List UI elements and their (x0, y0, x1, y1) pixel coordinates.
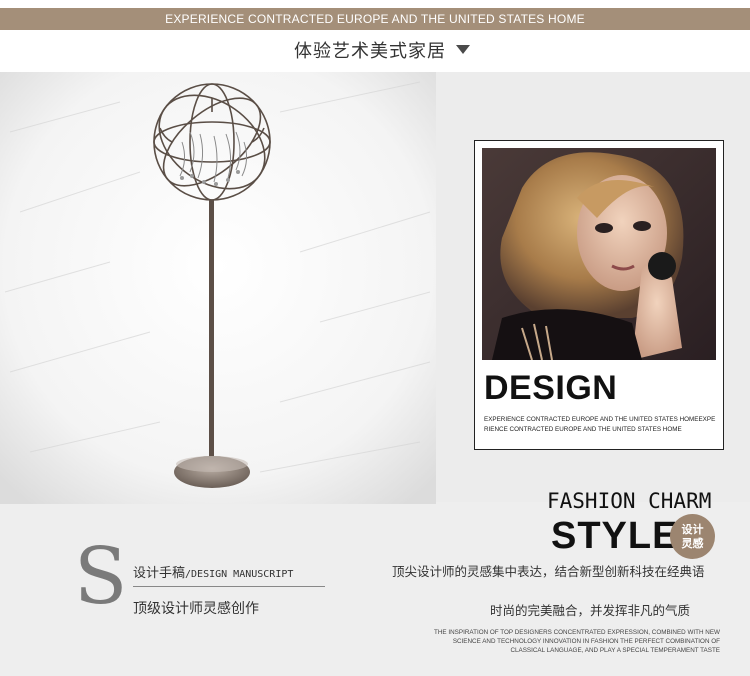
manuscript-title-cn: 设计手稿 (133, 566, 186, 581)
manuscript-subtitle: 顶级设计师灵感创作 (133, 601, 259, 617)
badge-line2: 灵感 (681, 536, 704, 550)
fashion-charm-title: FASHION CHARM (547, 489, 712, 513)
design-card: DESIGN EXPERIENCE CONTRACTED EUROPE AND … (474, 140, 724, 450)
badge-line1: 设计 (681, 522, 704, 536)
model-photo (482, 148, 716, 360)
design-heading: DESIGN (484, 369, 618, 407)
style-title: STYLE (551, 515, 679, 557)
decorative-s-letter: S (74, 532, 128, 622)
banner-text: EXPERIENCE CONTRACTED EUROPE AND THE UNI… (165, 12, 585, 26)
description-line1: 顶尖设计师的灵感集中表达，结合新型创新科技在经典语 (392, 564, 705, 579)
model-portrait-image (482, 148, 716, 360)
manuscript-title-en: /DESIGN MANUSCRIPT (185, 569, 294, 580)
description-line2: 时尚的完美融合，并发挥非凡的气质 (490, 603, 691, 618)
triangle-down-icon[interactable] (456, 45, 470, 54)
top-banner: EXPERIENCE CONTRACTED EUROPE AND THE UNI… (0, 8, 750, 30)
design-caption: EXPERIENCE CONTRACTED EUROPE AND THE UNI… (484, 416, 716, 433)
divider (133, 586, 325, 587)
subtitle-text: 体验艺术美式家居 (294, 41, 446, 62)
design-inspiration-badge: 设计 灵感 (670, 514, 715, 559)
subtitle-bar[interactable]: 体验艺术美式家居 (0, 36, 750, 64)
floor-lamp-illustration (0, 72, 436, 504)
description-english: THE INSPIRATION OF TOP DESIGNERS CONCENT… (434, 629, 720, 654)
manuscript-title: 设计手稿/DESIGN MANUSCRIPT (133, 562, 293, 581)
floor-lamp-sketch (0, 72, 436, 504)
